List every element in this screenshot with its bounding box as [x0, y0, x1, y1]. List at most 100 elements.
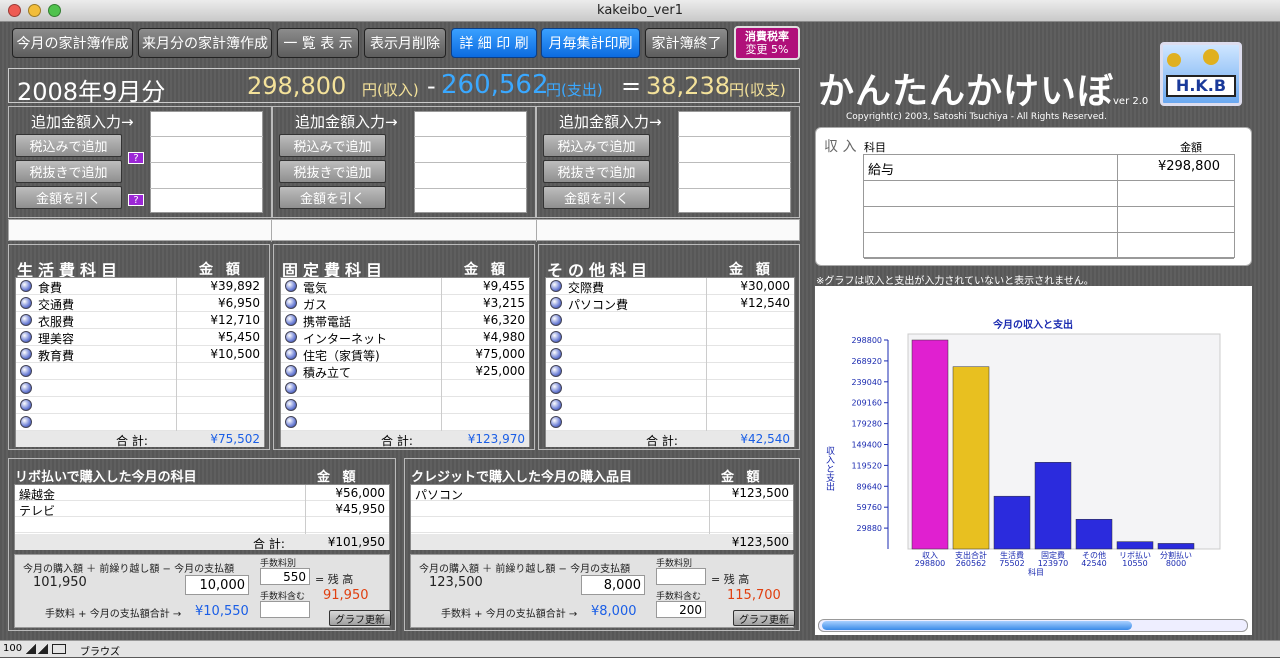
create-this-month-button[interactable]: 今月の家計簿作成	[12, 28, 133, 58]
other-row[interactable]: 交際費 ¥30,000	[546, 278, 794, 295]
radio-icon[interactable]	[20, 399, 32, 411]
fixed-row[interactable]	[281, 380, 529, 397]
living-row[interactable]: 食費 ¥39,892	[16, 278, 264, 295]
revolving-fee-input[interactable]: 550	[260, 568, 310, 585]
radio-icon[interactable]	[20, 348, 32, 360]
other-row[interactable]	[546, 397, 794, 414]
radio-icon[interactable]	[550, 365, 562, 377]
column-divider	[706, 312, 707, 329]
tax-rate-button[interactable]: 消費税率 変更 5%	[734, 26, 800, 60]
radio-icon[interactable]	[285, 399, 297, 411]
add-tax-excluded-button[interactable]: 税抜きで追加	[279, 160, 386, 183]
radio-icon[interactable]	[285, 297, 297, 309]
create-next-month-button[interactable]: 来月分の家計簿作成	[138, 28, 272, 58]
credit-row[interactable]	[411, 517, 793, 534]
delete-month-button[interactable]: 表示月削除	[364, 28, 446, 58]
fixed-row[interactable]: ガス ¥3,215	[281, 295, 529, 312]
quit-button[interactable]: 家計簿終了	[645, 28, 728, 58]
radio-icon[interactable]	[550, 382, 562, 394]
radio-icon[interactable]	[285, 365, 297, 377]
other-row[interactable]	[546, 312, 794, 329]
credit-fee-input[interactable]	[656, 568, 706, 585]
other-row[interactable]	[546, 380, 794, 397]
radio-icon[interactable]	[20, 365, 32, 377]
revolving-row[interactable]: 繰越金 ¥56,000	[15, 485, 389, 502]
radio-icon[interactable]	[285, 280, 297, 292]
other-row[interactable]: パソコン費 ¥12,540	[546, 295, 794, 312]
zoom-in-icon[interactable]	[38, 644, 48, 654]
zoom-level[interactable]: 100	[3, 643, 22, 654]
income-row[interactable]	[864, 181, 1234, 207]
add-tax-included-button[interactable]: 税込みで追加	[15, 134, 122, 157]
radio-icon[interactable]	[285, 416, 297, 428]
radio-icon[interactable]	[550, 331, 562, 343]
radio-icon[interactable]	[285, 348, 297, 360]
credit-graph-update-button[interactable]: グラフ更新	[733, 610, 795, 626]
radio-icon[interactable]	[285, 331, 297, 343]
living-row[interactable]	[16, 414, 264, 431]
credit-row[interactable]: パソコン ¥123,500	[411, 485, 793, 502]
radio-icon[interactable]	[550, 314, 562, 326]
credit-fee-incl-input[interactable]: 200	[656, 601, 706, 618]
revolving-row[interactable]	[15, 517, 389, 534]
living-row[interactable]: 理美容 ¥5,450	[16, 329, 264, 346]
scrollbar-thumb[interactable]	[822, 621, 1132, 630]
list-view-button[interactable]: 一 覧 表 示	[277, 28, 359, 58]
add-tax-included-button[interactable]: 税込みで追加	[543, 134, 650, 157]
other-row[interactable]	[546, 363, 794, 380]
fixed-row[interactable]: 積み立て ¥25,000	[281, 363, 529, 380]
income-row[interactable]	[864, 207, 1234, 233]
credit-row[interactable]	[411, 501, 793, 518]
help-icon[interactable]: ?	[128, 152, 144, 164]
help-icon[interactable]: ?	[128, 194, 144, 206]
revolving-graph-update-button[interactable]: グラフ更新	[329, 610, 391, 626]
living-item-name: 教育費	[38, 349, 75, 363]
monthly-print-button[interactable]: 月毎集計印刷	[541, 28, 640, 58]
radio-icon[interactable]	[20, 331, 32, 343]
fixed-row[interactable]: 住宅（家賃等) ¥75,000	[281, 346, 529, 363]
fixed-row[interactable]	[281, 397, 529, 414]
living-row[interactable]	[16, 397, 264, 414]
radio-icon[interactable]	[20, 297, 32, 309]
add-tax-included-button[interactable]: 税込みで追加	[279, 134, 386, 157]
radio-icon[interactable]	[285, 314, 297, 326]
living-row[interactable]: 教育費 ¥10,500	[16, 346, 264, 363]
income-row[interactable]: 給与 ¥298,800	[864, 155, 1234, 181]
income-row[interactable]	[864, 233, 1234, 259]
fixed-row[interactable]: インターネット ¥4,980	[281, 329, 529, 346]
living-row[interactable]: 衣服費 ¥12,710	[16, 312, 264, 329]
add-tax-excluded-button[interactable]: 税抜きで追加	[543, 160, 650, 183]
radio-icon[interactable]	[550, 297, 562, 309]
input-line	[678, 136, 791, 137]
radio-icon[interactable]	[550, 399, 562, 411]
other-row[interactable]	[546, 329, 794, 346]
status-area-icon[interactable]	[52, 644, 66, 654]
living-row[interactable]	[16, 363, 264, 380]
fixed-row[interactable]: 携帯電話 ¥6,320	[281, 312, 529, 329]
radio-icon[interactable]	[20, 280, 32, 292]
living-row[interactable]: 交通費 ¥6,950	[16, 295, 264, 312]
horizontal-scrollbar[interactable]	[818, 619, 1248, 632]
credit-payment-input[interactable]: 8,000	[581, 575, 645, 595]
subtract-amount-button[interactable]: 金額を引く	[279, 186, 386, 209]
zoom-out-icon[interactable]	[26, 644, 36, 654]
fixed-row[interactable]	[281, 414, 529, 431]
radio-icon[interactable]	[550, 416, 562, 428]
fixed-row[interactable]: 電気 ¥9,455	[281, 278, 529, 295]
other-row[interactable]	[546, 346, 794, 363]
radio-icon[interactable]	[20, 314, 32, 326]
detail-print-button[interactable]: 詳 細 印 刷	[451, 28, 537, 58]
revolving-fee-incl-input[interactable]	[260, 601, 310, 618]
radio-icon[interactable]	[20, 416, 32, 428]
radio-icon[interactable]	[285, 382, 297, 394]
revolving-row[interactable]: テレビ ¥45,950	[15, 501, 389, 518]
radio-icon[interactable]	[550, 348, 562, 360]
living-row[interactable]	[16, 380, 264, 397]
revolving-payment-input[interactable]: 10,000	[185, 575, 249, 595]
add-tax-excluded-button[interactable]: 税抜きで追加	[15, 160, 122, 183]
subtract-amount-button[interactable]: 金額を引く	[15, 186, 122, 209]
subtract-amount-button[interactable]: 金額を引く	[543, 186, 650, 209]
other-row[interactable]	[546, 414, 794, 431]
radio-icon[interactable]	[20, 382, 32, 394]
radio-icon[interactable]	[550, 280, 562, 292]
